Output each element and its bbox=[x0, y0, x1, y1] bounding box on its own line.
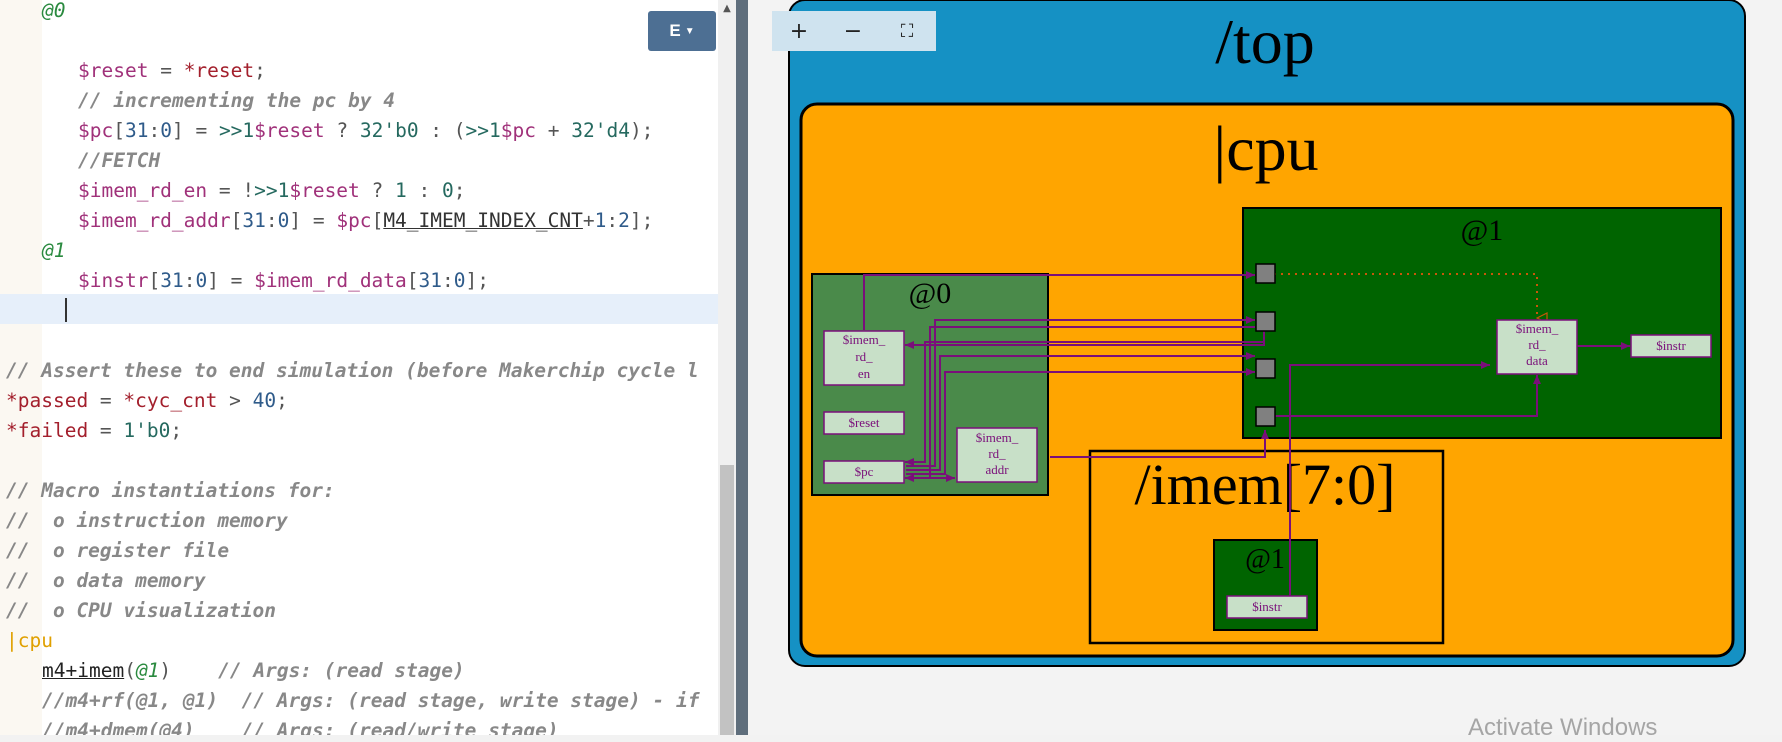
port-2[interactable] bbox=[1255, 311, 1276, 332]
scope-imem-label: /imem[7:0] bbox=[1135, 452, 1396, 517]
stage-1-box[interactable]: @1 bbox=[1242, 207, 1722, 439]
activate-windows-watermark: Activate Windows bbox=[1468, 714, 1658, 741]
node-imem-rd-en-line1: $imem_ bbox=[843, 332, 886, 347]
node-imem-rd-addr-line3: addr bbox=[985, 462, 1009, 477]
node-imem-rd-en-line2: rd_ bbox=[855, 349, 873, 364]
pipeline-cpu-label: |cpu bbox=[1213, 113, 1318, 184]
minus-icon: − bbox=[843, 18, 863, 44]
node-imem-rd-addr-line1: $imem_ bbox=[976, 430, 1019, 445]
node-instr[interactable]: $instr bbox=[1630, 334, 1712, 358]
fullscreen-icon: ⛶ bbox=[900, 20, 914, 42]
zoom-out-button[interactable]: − bbox=[826, 11, 880, 51]
stage-0-label: @0 bbox=[909, 277, 952, 310]
node-imem-rd-data-line3: data bbox=[1526, 353, 1548, 368]
node-imem-rd-en[interactable]: $imem_ rd_ en bbox=[823, 330, 905, 386]
port-3[interactable] bbox=[1255, 358, 1276, 379]
scope-top-label: /top bbox=[1215, 6, 1315, 77]
plus-icon: + bbox=[789, 18, 809, 44]
node-imem-instr-label: $instr bbox=[1252, 599, 1282, 614]
zoom-toolbar: + − ⛶ bbox=[772, 11, 936, 51]
node-imem-rd-data-line2: rd_ bbox=[1528, 337, 1546, 352]
node-imem-rd-data-line1: $imem_ bbox=[1516, 321, 1559, 336]
zoom-in-button[interactable]: + bbox=[772, 11, 826, 51]
imem-stage-1-label: @1 bbox=[1245, 544, 1285, 575]
node-pc[interactable]: $pc bbox=[823, 460, 905, 484]
node-pc-label: $pc bbox=[855, 464, 874, 479]
node-imem-rd-data[interactable]: $imem_ rd_ data bbox=[1496, 319, 1578, 375]
node-reset-label: $reset bbox=[848, 415, 879, 430]
node-reset[interactable]: $reset bbox=[823, 411, 905, 435]
stage-1-label: @1 bbox=[1461, 214, 1504, 247]
port-4[interactable] bbox=[1255, 406, 1276, 427]
node-imem-instr[interactable]: $instr bbox=[1226, 595, 1308, 619]
node-imem-rd-addr[interactable]: $imem_ rd_ addr bbox=[956, 427, 1038, 483]
fit-view-button[interactable]: ⛶ bbox=[880, 11, 934, 51]
diagram-canvas[interactable]: /top |cpu @1 @0 /imem[7:0] @1 $imem_ rd_… bbox=[0, 0, 1782, 735]
port-1[interactable] bbox=[1255, 263, 1276, 284]
node-imem-rd-en-line3: en bbox=[858, 366, 871, 381]
node-instr-label: $instr bbox=[1656, 338, 1686, 353]
node-imem-rd-addr-line2: rd_ bbox=[988, 446, 1006, 461]
